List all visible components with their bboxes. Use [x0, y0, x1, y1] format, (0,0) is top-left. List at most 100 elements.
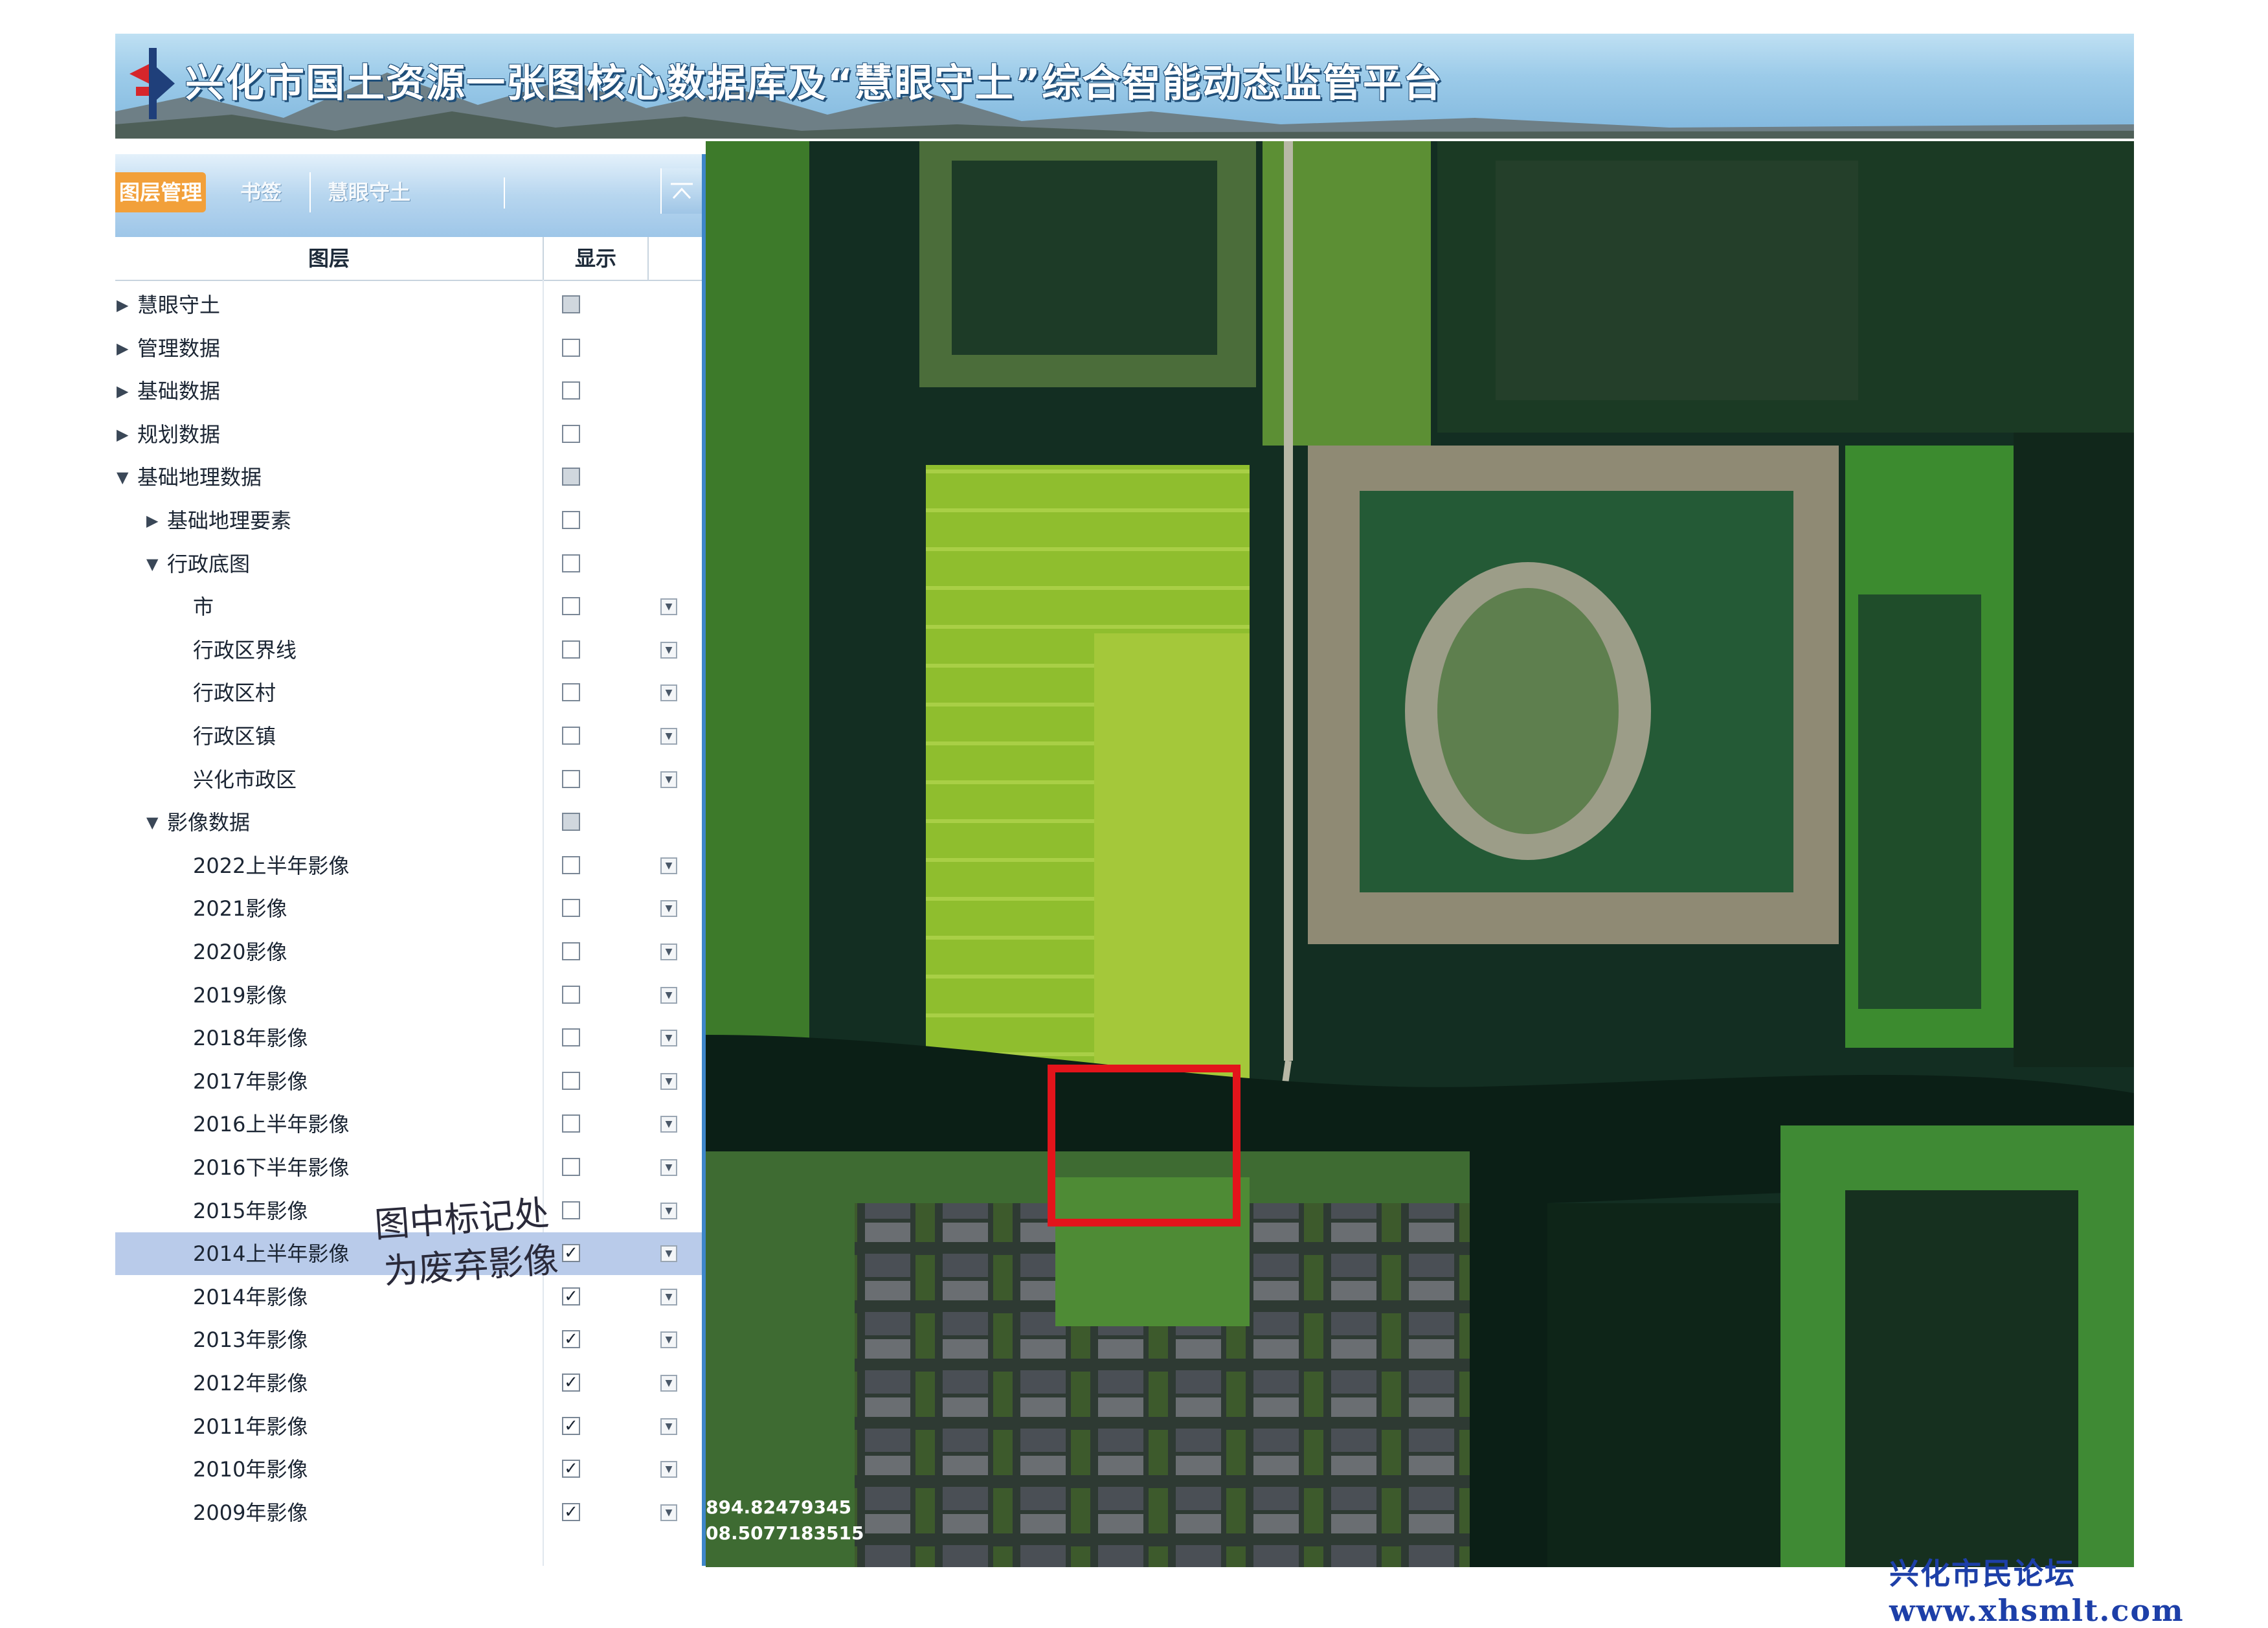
chevron-down-icon[interactable]: ▼ [660, 900, 677, 918]
tab-layer-management[interactable]: 图层管理 [115, 172, 206, 212]
layer-visibility-checkbox[interactable] [562, 554, 580, 572]
layer-row[interactable]: 2012年影像 ✓ ▼ [115, 1362, 702, 1405]
chevron-down-icon[interactable]: ▼ [660, 641, 677, 659]
chevron-down-icon[interactable]: ▼ [660, 1331, 677, 1349]
layer-label: 行政区村 [193, 681, 276, 706]
layer-visibility-checkbox[interactable]: ✓ [562, 1502, 580, 1521]
chevron-down-icon[interactable]: ▼ [660, 1159, 677, 1176]
layer-label: 影像数据 [167, 810, 251, 835]
layer-row[interactable]: 2017年影像 ▼ [115, 1060, 702, 1103]
layer-visibility-checkbox[interactable] [562, 295, 580, 313]
layer-visibility-checkbox[interactable]: ✓ [562, 1374, 580, 1392]
layer-row[interactable]: 行政区镇 ▼ [115, 715, 702, 758]
layer-visibility-checkbox[interactable] [562, 1158, 580, 1176]
layer-row[interactable]: ▼ 影像数据 [115, 801, 702, 844]
layer-row[interactable]: 2016上半年影像 ▼ [115, 1103, 702, 1146]
chevron-down-icon[interactable]: ▼ [660, 1116, 677, 1133]
layer-visibility-checkbox[interactable] [562, 1071, 580, 1090]
expanded-triangle-icon[interactable]: ▼ [146, 543, 158, 585]
map-view[interactable]: 894.82479345 08.5077183515 [706, 141, 2134, 1567]
layer-row[interactable]: 行政区村 ▼ [115, 672, 702, 714]
layer-row[interactable]: 2020影像 ▼ [115, 931, 702, 973]
layer-row[interactable]: 市 ▼ [115, 585, 702, 628]
chevron-down-icon[interactable]: ▼ [660, 728, 677, 745]
layer-row[interactable]: 2013年影像 ✓ ▼ [115, 1318, 702, 1361]
layer-row[interactable]: ▼ 基础地理数据 [115, 456, 702, 499]
layer-visibility-checkbox[interactable] [562, 985, 580, 1004]
layer-visibility-checkbox[interactable] [562, 769, 580, 788]
layer-label: 2016下半年影像 [193, 1155, 350, 1180]
chevron-down-icon[interactable]: ▼ [660, 857, 677, 874]
app-title: 兴化市国土资源一张图核心数据库及“慧眼守土”综合智能动态监管平台 [185, 61, 1443, 106]
layer-visibility-checkbox[interactable]: ✓ [562, 1287, 580, 1306]
layer-row[interactable]: 2022上半年影像 ▼ [115, 844, 702, 887]
layer-visibility-checkbox[interactable] [562, 640, 580, 659]
chevron-down-icon[interactable]: ▼ [660, 598, 677, 616]
chevron-down-icon[interactable]: ▼ [660, 1202, 677, 1219]
collapsed-triangle-icon[interactable]: ▶ [117, 413, 128, 456]
layer-visibility-checkbox[interactable] [562, 597, 580, 616]
layer-row[interactable]: 2016下半年影像 ▼ [115, 1146, 702, 1189]
chevron-down-icon[interactable]: ▼ [660, 1504, 677, 1521]
layer-visibility-checkbox[interactable] [562, 338, 580, 357]
layer-visibility-checkbox[interactable]: ✓ [562, 1416, 580, 1435]
layer-row[interactable]: ▶ 规划数据 [115, 413, 702, 456]
layer-label: 2020影像 [193, 940, 287, 964]
chevron-down-icon[interactable]: ▼ [660, 944, 677, 960]
layer-visibility-checkbox[interactable] [562, 1114, 580, 1133]
layer-visibility-checkbox[interactable] [562, 899, 580, 918]
layer-visibility-checkbox[interactable] [562, 727, 580, 745]
chevron-down-icon[interactable]: ▼ [660, 1461, 677, 1478]
layer-visibility-checkbox[interactable] [562, 683, 580, 702]
column-header-show: 显示 [543, 237, 649, 280]
layer-visibility-checkbox[interactable]: ✓ [562, 1244, 580, 1263]
layer-row[interactable]: 2019影像 ▼ [115, 974, 702, 1017]
layer-row[interactable]: 2021影像 ▼ [115, 887, 702, 930]
layer-row[interactable]: 行政区界线 ▼ [115, 629, 702, 672]
layer-row[interactable]: 2011年影像 ✓ ▼ [115, 1405, 702, 1448]
layer-row[interactable]: 2009年影像 ✓ ▼ [115, 1491, 702, 1534]
collapsed-triangle-icon[interactable]: ▶ [117, 327, 128, 370]
chevron-down-icon[interactable]: ▼ [660, 684, 677, 702]
layer-visibility-checkbox[interactable] [562, 1028, 580, 1047]
tab-huiyan[interactable]: 慧眼守土 [309, 172, 427, 212]
layer-row[interactable]: ▶ 基础地理要素 [115, 499, 702, 542]
layer-row[interactable]: ▶ 慧眼守土 [115, 284, 702, 326]
chevron-down-icon[interactable]: ▼ [660, 1418, 677, 1435]
tab-bookmarks[interactable]: 书签 [219, 172, 303, 212]
chevron-down-icon[interactable]: ▼ [660, 1030, 677, 1047]
layer-visibility-checkbox[interactable] [562, 511, 580, 529]
chevron-down-icon[interactable]: ▼ [660, 771, 677, 788]
layer-row[interactable]: 2018年影像 ▼ [115, 1017, 702, 1059]
layer-visibility-checkbox[interactable] [562, 381, 580, 400]
collapse-up-icon[interactable] [660, 168, 702, 214]
collapsed-triangle-icon[interactable]: ▶ [146, 499, 158, 542]
layer-panel: 图层管理 书签 慧眼守土 图层 显示 ▶ 慧眼守土 ▶ 管理数据 ▶ 基础数据 ▶ 规划数据 ▼… [115, 154, 708, 1566]
chevron-down-icon[interactable]: ▼ [660, 986, 677, 1004]
expanded-triangle-icon[interactable]: ▼ [146, 801, 158, 844]
layer-label: 2015年影像 [193, 1198, 308, 1223]
layer-row[interactable]: ▶ 管理数据 [115, 327, 702, 370]
layer-label: 行政区界线 [193, 637, 297, 662]
chevron-down-icon[interactable]: ▼ [660, 1245, 677, 1263]
layer-row[interactable]: 2010年影像 ✓ ▼ [115, 1448, 702, 1491]
chevron-down-icon[interactable]: ▼ [660, 1375, 677, 1392]
expanded-triangle-icon[interactable]: ▼ [117, 456, 128, 499]
layer-visibility-checkbox[interactable] [562, 468, 580, 486]
chevron-down-icon[interactable]: ▼ [660, 1072, 677, 1090]
layer-visibility-checkbox[interactable]: ✓ [562, 1330, 580, 1349]
layer-visibility-checkbox[interactable] [562, 424, 580, 443]
layer-visibility-checkbox[interactable] [562, 1201, 580, 1219]
collapsed-triangle-icon[interactable]: ▶ [117, 284, 128, 326]
layer-row[interactable]: ▶ 基础数据 [115, 370, 702, 413]
layer-visibility-checkbox[interactable] [562, 942, 580, 960]
chevron-down-icon[interactable]: ▼ [660, 1288, 677, 1306]
layer-visibility-checkbox[interactable] [562, 813, 580, 831]
tab-divider [504, 177, 505, 209]
layer-row[interactable]: 兴化市政区 ▼ [115, 758, 702, 801]
satellite-image[interactable] [706, 141, 2134, 1567]
layer-visibility-checkbox[interactable] [562, 855, 580, 874]
collapsed-triangle-icon[interactable]: ▶ [117, 370, 128, 413]
layer-visibility-checkbox[interactable]: ✓ [562, 1460, 580, 1478]
layer-row[interactable]: ▼ 行政底图 [115, 543, 702, 585]
